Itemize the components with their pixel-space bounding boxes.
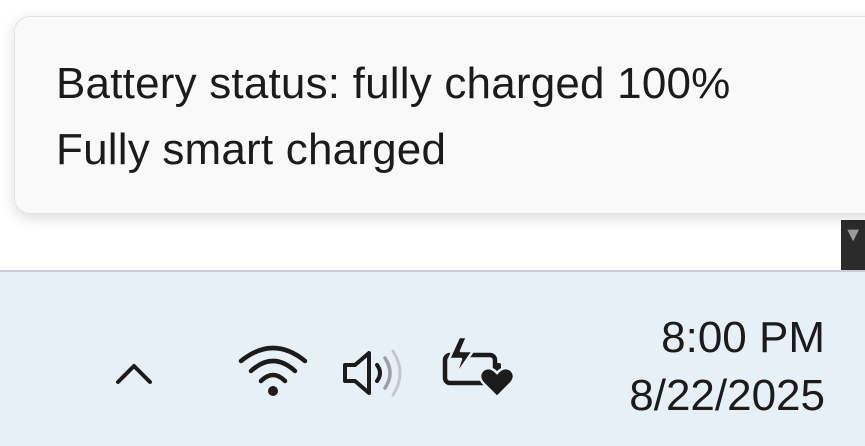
clock-time: 8:00 PM <box>661 313 825 362</box>
show-hidden-icons-button[interactable] <box>104 348 164 398</box>
tooltip-battery-status-text: Battery status: fully charged 100% <box>56 59 731 108</box>
network-button[interactable] <box>234 336 312 402</box>
taskbar: 8:00 PM 8/22/2025 <box>0 270 865 446</box>
battery-smart-charging-icon <box>442 335 516 399</box>
chevron-up-icon <box>116 364 152 384</box>
wifi-icon <box>238 345 308 396</box>
volume-icon <box>343 349 402 397</box>
volume-button[interactable] <box>336 340 414 406</box>
clock-button[interactable]: 8:00 PM 8/22/2025 <box>629 310 825 426</box>
battery-button[interactable] <box>436 332 522 404</box>
clock-date: 8/22/2025 <box>629 371 825 420</box>
scroll-down-chevron-icon: ▼ <box>843 224 863 246</box>
battery-status-tooltip: Battery status: fully charged 100% Fully… <box>14 16 865 214</box>
tooltip-smart-charge-text: Fully smart charged <box>56 125 447 174</box>
